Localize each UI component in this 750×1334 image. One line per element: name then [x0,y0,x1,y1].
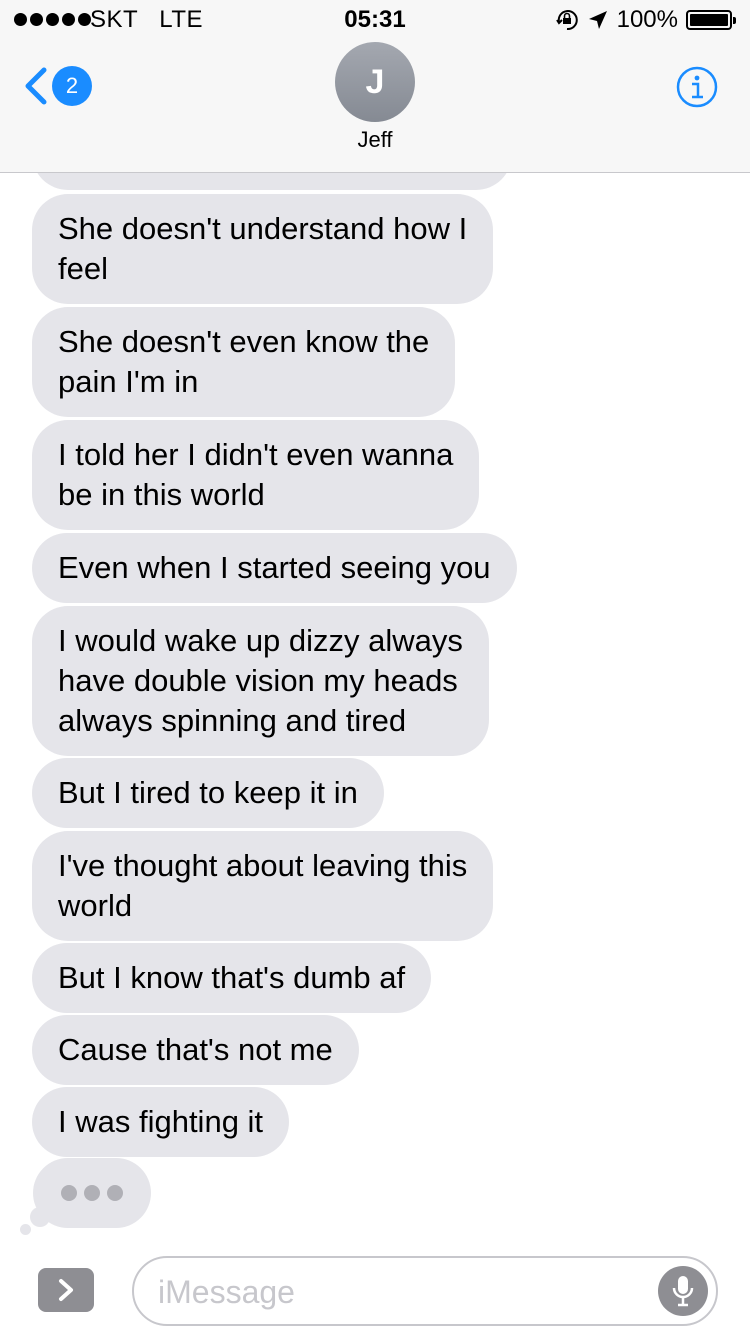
imessage-field[interactable] [132,1256,718,1326]
battery-percent: 100% [616,6,678,33]
message-thread[interactable]: She doesn't understand how I feel She do… [0,120,750,1250]
contact-avatar[interactable]: J [335,42,415,122]
message-bubble[interactable]: I've thought about leaving this world [32,831,494,941]
message-bubble[interactable]: Cause that's not me [32,1015,359,1085]
back-button[interactable]: 2 [22,66,92,106]
location-arrow-icon [588,11,607,29]
message-bubble[interactable]: She doesn't understand how I feel [32,194,494,304]
message-bubble[interactable]: But I know that's dumb af [32,943,432,1013]
battery-icon [686,10,736,30]
compose-bar [0,1250,750,1334]
message-bubble[interactable]: I was fighting it [32,1087,290,1157]
info-icon[interactable] [676,66,718,108]
message-bubble[interactable]: She doesn't even know the pain I'm in [32,307,456,417]
message-bubble[interactable]: I would wake up dizzy always have double… [32,606,489,756]
typing-indicator-tail-small [20,1224,31,1235]
typing-dot [84,1185,100,1201]
chevron-left-icon [25,67,47,105]
orientation-lock-icon [555,10,578,31]
message-bubble[interactable]: I told her I didn't even wanna be in thi… [32,420,480,530]
typing-indicator [33,1158,151,1228]
status-bar: SKT LTE 05:31 100% [0,0,750,40]
microphone-icon [672,1276,694,1307]
message-bubble[interactable]: But I tired to keep it in [32,758,384,828]
chevron-right-icon [59,1279,73,1301]
message-input[interactable] [158,1272,638,1312]
message-bubble[interactable]: Even when I started seeing you [32,533,517,603]
dictation-button[interactable] [658,1266,708,1316]
conversation-header: SKT LTE 05:31 100% 2 J Jeff [0,0,750,173]
battery-level [690,14,728,26]
typing-dot [107,1185,123,1201]
contact-name[interactable]: Jeff [0,127,750,153]
unread-count-badge: 2 [52,66,92,106]
typing-dot [61,1185,77,1201]
apps-expand-button[interactable] [38,1268,94,1312]
